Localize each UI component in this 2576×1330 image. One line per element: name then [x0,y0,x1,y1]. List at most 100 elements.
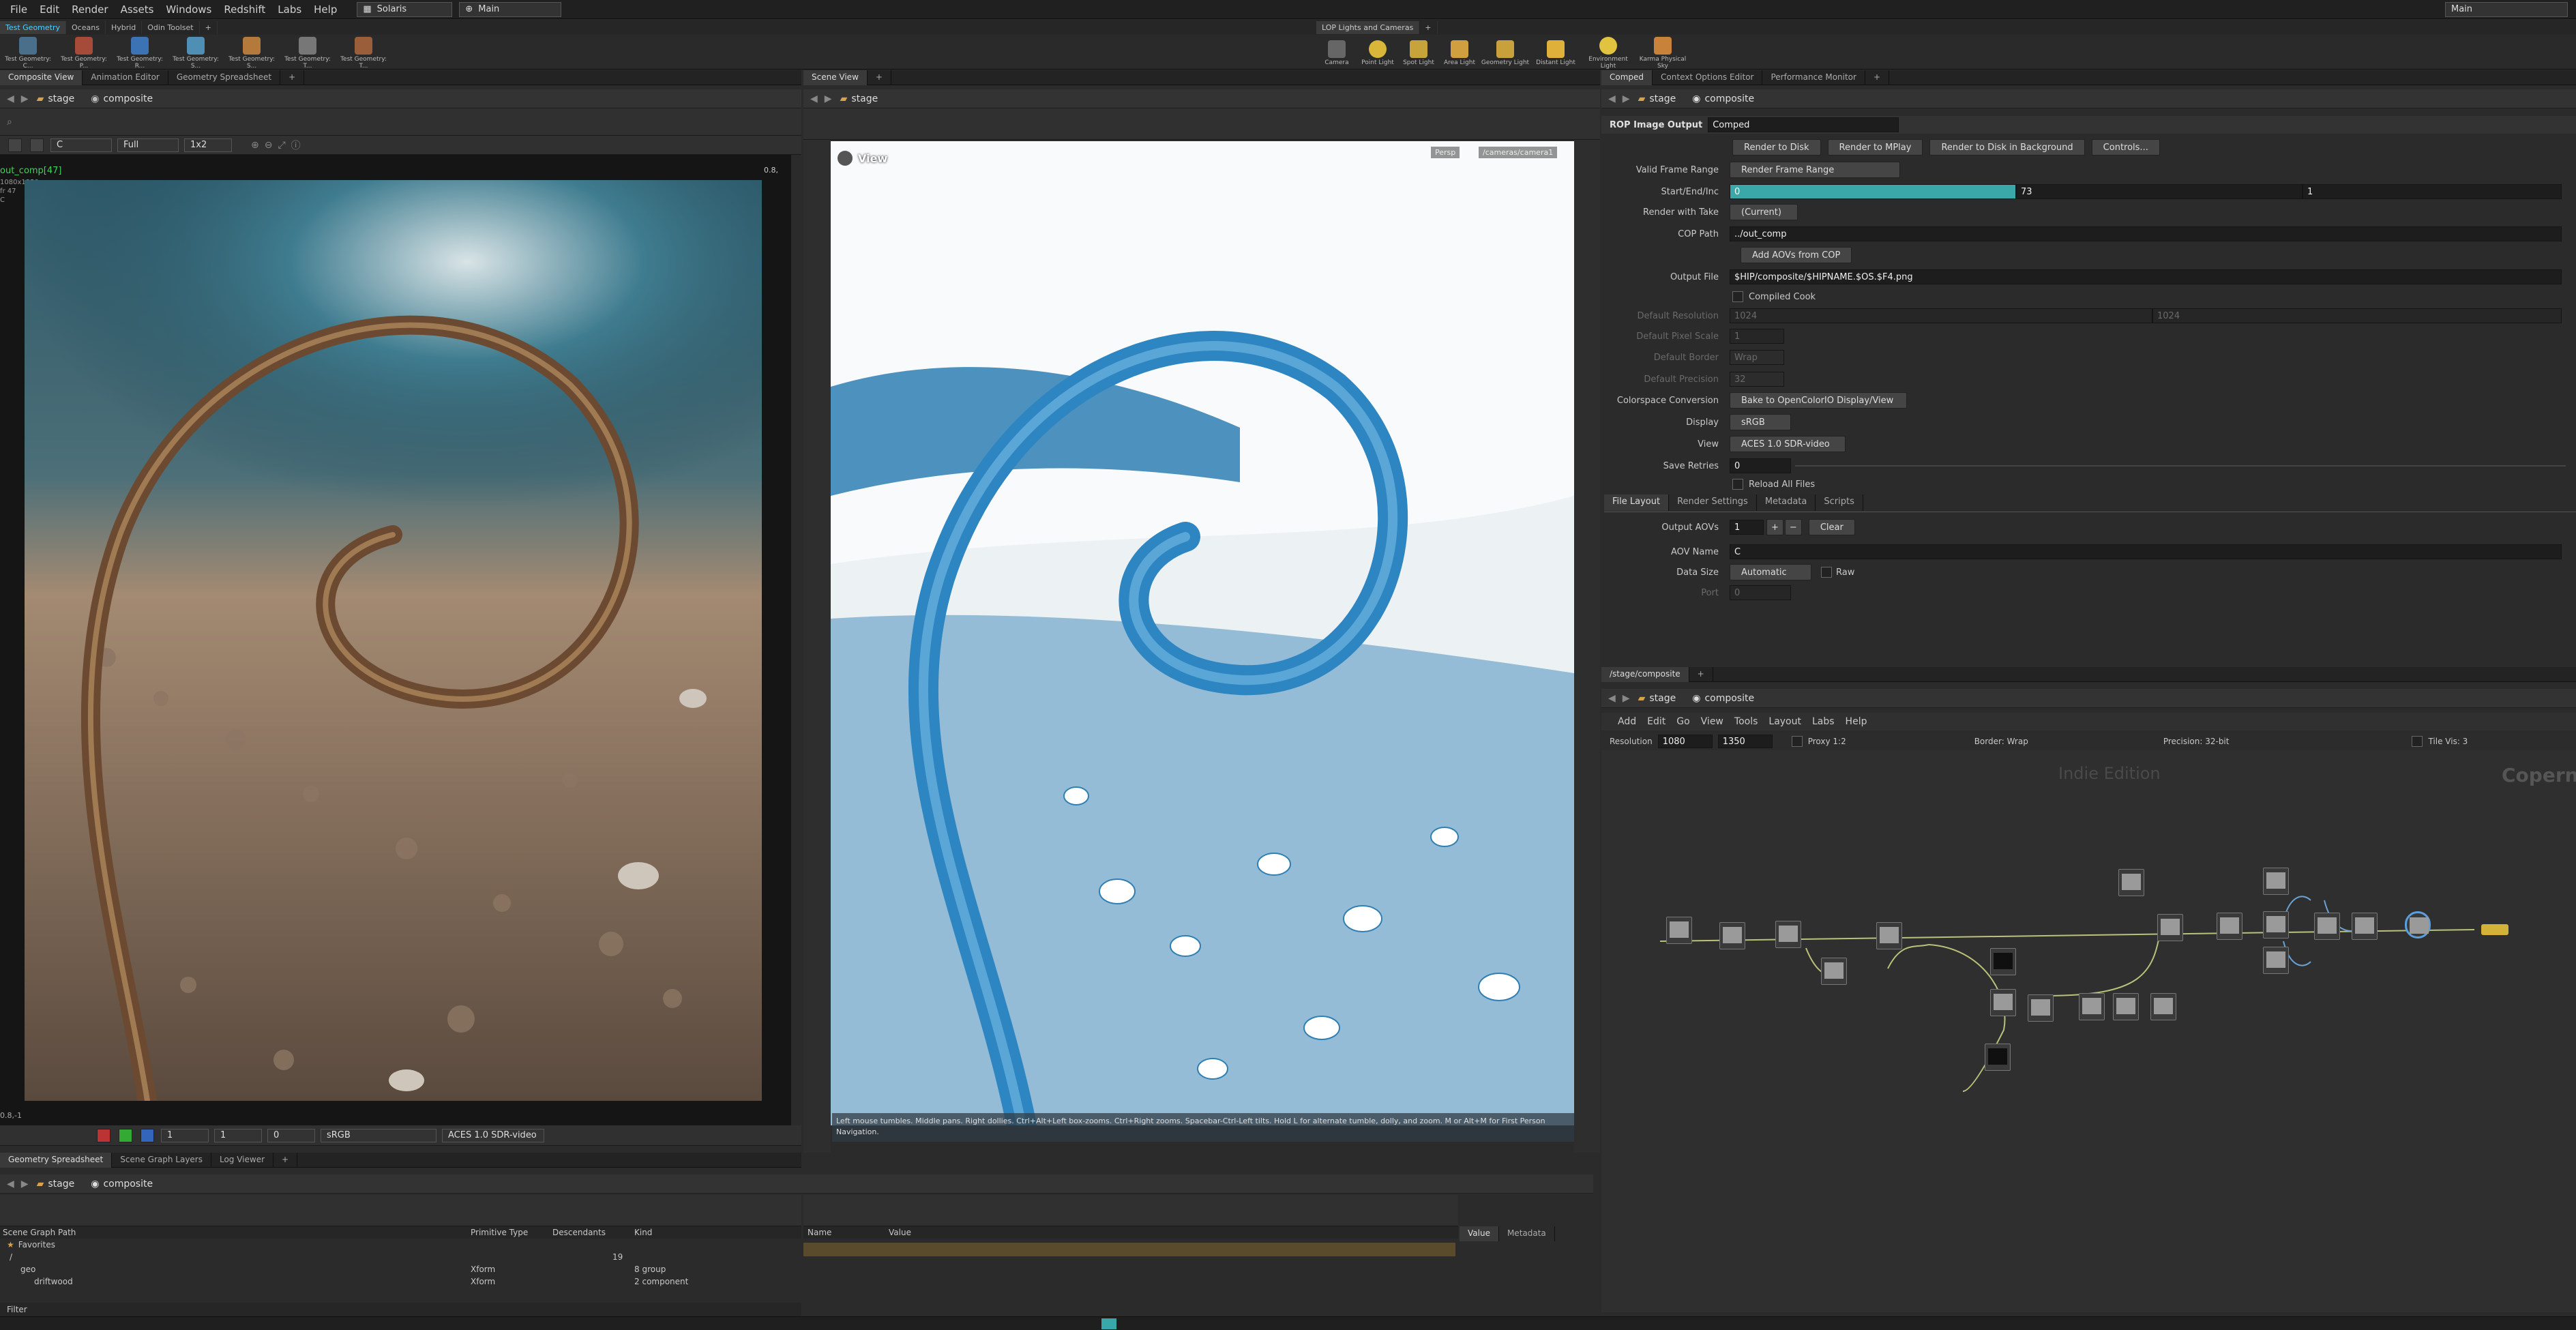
distant-light-tool[interactable]: Distant Light [1530,38,1581,66]
subtab-scripts[interactable]: Scripts [1816,494,1863,511]
path-stage[interactable]: ▰ stage [29,93,83,104]
shelf-tool-2[interactable]: Test Geometry: R... [112,35,168,70]
cop-node[interactable] [2113,993,2139,1020]
path-stage[interactable]: ▰ stage [29,1179,83,1189]
view-select[interactable]: ACES 1.0 SDR-video [442,1128,544,1142]
cop-node[interactable] [1876,922,1902,949]
cop-node[interactable] [2314,913,2340,940]
res-x-field[interactable]: 1080 [1657,735,1713,748]
desktop-selector[interactable]: ▦ Solaris [357,1,453,17]
table-row[interactable]: geo Xform 8 group [0,1263,801,1275]
zoom-in-icon[interactable]: ⊕ [251,140,259,151]
right-desktop-selector[interactable]: Main [2445,1,2568,17]
cop-node[interactable] [2263,868,2289,895]
menu-edit[interactable]: Edit [40,3,59,16]
forward-arrow-icon[interactable]: ▶ [1623,693,1630,704]
aov-name-field[interactable]: C [1730,544,2562,559]
tab-network[interactable]: /stage/composite [1601,666,1689,682]
back-arrow-icon[interactable]: ◀ [7,93,14,104]
geometry-light-tool[interactable]: Geometry Light [1480,38,1530,66]
timeline[interactable] [0,1316,2576,1330]
camera-tool[interactable]: Camera [1316,38,1357,66]
list-item[interactable]: ★ Favorites [0,1239,801,1251]
raw-checkbox[interactable] [1821,567,1832,578]
cop-node[interactable] [1719,922,1745,949]
menu-file[interactable]: File [10,3,27,16]
output-aovs-field[interactable]: 1 [1730,520,1764,535]
col-name[interactable]: Name [803,1228,889,1237]
back-arrow-icon[interactable]: ◀ [7,1179,14,1189]
tab-scene-graph-layers[interactable]: Scene Graph Layers [112,1152,211,1168]
cop-node[interactable] [1821,958,1847,985]
col-value[interactable]: Value [889,1228,911,1237]
zoom-out-icon[interactable]: ⊖ [265,140,273,151]
net-menu-layout[interactable]: Layout [1768,716,1801,727]
path-node[interactable]: ◉ composite [1684,693,1762,704]
cop-node[interactable] [2263,947,2289,974]
tab-metadata[interactable]: Metadata [1499,1226,1555,1241]
props-selected-row[interactable] [803,1243,1455,1256]
node-name-field[interactable]: Comped [1708,117,1899,132]
add-tab-icon[interactable]: + [280,70,305,85]
col-kind[interactable]: Kind [634,1228,716,1237]
data-size-menu[interactable]: Automatic [1730,564,1811,580]
network-selector[interactable]: ⊕ Main [459,1,562,17]
back-arrow-icon[interactable]: ◀ [1608,93,1616,104]
proxy-checkbox[interactable] [1791,736,1803,747]
shelf-tab-lop-lights[interactable]: LOP Lights and Cameras [1316,20,1420,34]
cop-node[interactable] [2263,911,2289,939]
tab-log-viewer[interactable]: Log Viewer [211,1152,274,1168]
plane-select[interactable]: C [50,138,112,152]
shelf-tab-test-geometry[interactable]: Test Geometry [0,20,67,34]
filter-label[interactable]: Filter [7,1305,27,1314]
shelf-tool-1[interactable]: Test Geometry: P... [56,35,112,70]
display-menu[interactable]: sRGB [1730,414,1791,430]
net-menu-help[interactable]: Help [1846,716,1867,727]
reload-all-checkbox[interactable] [1732,479,1743,490]
menu-labs[interactable]: Labs [278,3,301,16]
table-row[interactable]: driftwood Xform 2 component [0,1275,801,1288]
inc-frame-field[interactable]: 1 [2303,184,2562,199]
col-path[interactable]: Scene Graph Path [0,1228,471,1237]
list-item[interactable]: /19 [0,1251,801,1263]
camera-menu[interactable]: /cameras/camera1 [1479,147,1558,158]
green-channel-icon[interactable] [119,1128,132,1142]
net-menu-tools[interactable]: Tools [1734,716,1758,727]
start-frame-field[interactable]: 0 [1730,184,2016,199]
timeline-cursor[interactable] [1101,1318,1116,1329]
res-y-field[interactable]: 1350 [1717,735,1773,748]
tile-vis-checkbox[interactable] [2412,736,2423,747]
add-shelf-right-icon[interactable]: + [1419,20,1438,34]
view-mode-icon[interactable] [8,138,22,152]
physical-sky-tool[interactable]: Karma Physical Sky [1635,35,1690,70]
tab-composite-view[interactable]: Composite View [0,70,83,85]
subtab-render-settings[interactable]: Render Settings [1669,494,1757,511]
fit-icon[interactable]: ⤢ [278,140,285,151]
red-channel-icon[interactable] [97,1128,110,1142]
scene-viewport[interactable]: View Persp /cameras/camera1 [831,141,1574,1125]
view-menu[interactable]: ACES 1.0 SDR-video [1730,436,1846,452]
forward-arrow-icon[interactable]: ▶ [21,1179,29,1189]
tab-context-options[interactable]: Context Options Editor [1653,70,1763,85]
output-file-field[interactable]: $HIP/composite/$HIPNAME.$OS.$F4.png [1730,269,2562,284]
blue-channel-icon[interactable] [140,1128,154,1142]
network-canvas[interactable]: Indie Edition Copernicus [1601,750,2576,1312]
subtab-metadata[interactable]: Metadata [1757,494,1816,511]
cop-node[interactable] [2028,994,2054,1022]
menu-assets[interactable]: Assets [121,3,154,16]
menu-redshift[interactable]: Redshift [224,3,265,16]
net-menu-edit[interactable]: Edit [1647,716,1665,727]
zoom-select[interactable]: 1x2 [184,138,232,152]
menu-render[interactable]: Render [72,3,108,16]
cop-node[interactable] [2150,993,2176,1020]
channels-icon[interactable] [30,138,44,152]
add-bottom-tab-icon[interactable]: + [273,1152,298,1168]
path-stage[interactable]: ▰ stage [832,93,887,104]
magnifier-icon[interactable]: ⌕ [7,117,12,128]
add-scene-tab-icon[interactable]: + [868,70,891,85]
frame-field[interactable]: 1 [161,1128,209,1142]
shelf-tool-4[interactable]: Test Geometry: S... [224,35,280,70]
path-node[interactable]: ◉ composite [1684,93,1762,104]
subtab-file-layout[interactable]: File Layout [1604,494,1670,511]
col-descendants[interactable]: Descendants [552,1228,634,1237]
